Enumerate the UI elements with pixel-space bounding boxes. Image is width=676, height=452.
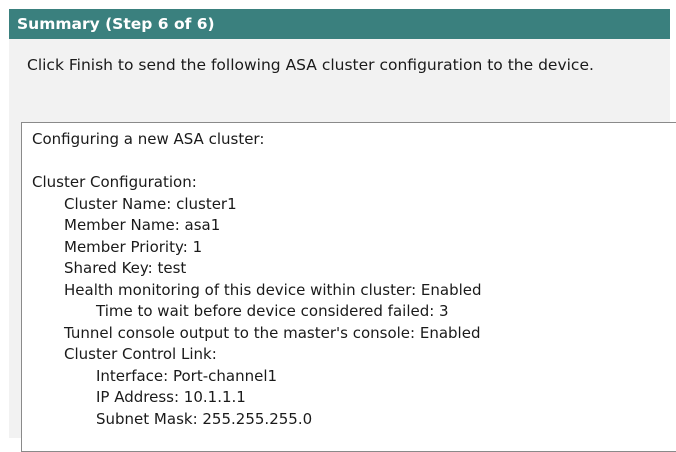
ccl-interface-line: Interface: Port-channel1 bbox=[96, 366, 278, 385]
shared-key-line: Shared Key: test bbox=[64, 259, 187, 277]
configuration-summary-box[interactable]: Configuring a new ASA cluster: Cluster C… bbox=[21, 122, 676, 452]
cluster-control-link-heading: Cluster Control Link: bbox=[64, 345, 217, 363]
summary-header: Configuring a new ASA cluster: bbox=[32, 130, 265, 148]
instruction-text: Click Finish to send the following ASA c… bbox=[27, 56, 594, 74]
wait-time-line: Time to wait before device considered fa… bbox=[96, 302, 449, 320]
tunnel-console-line: Tunnel console output to the master's co… bbox=[64, 323, 481, 342]
summary-lines: Configuring a new ASA cluster: Cluster C… bbox=[32, 129, 482, 430]
wizard-step-title: Summary (Step 6 of 6) bbox=[9, 9, 670, 39]
member-name-line: Member Name: asa1 bbox=[64, 216, 221, 234]
ccl-ip-address-line: IP Address: 10.1.1.1 bbox=[96, 388, 246, 406]
wizard-content-panel: Click Finish to send the following ASA c… bbox=[9, 39, 676, 452]
cluster-name-line: Cluster Name: cluster1 bbox=[64, 194, 237, 213]
member-priority-line: Member Priority: 1 bbox=[64, 237, 203, 256]
ccl-subnet-mask-line: Subnet Mask: 255.255.255.0 bbox=[96, 409, 313, 428]
health-monitoring-line: Health monitoring of this device within … bbox=[64, 280, 482, 299]
cluster-configuration-heading: Cluster Configuration: bbox=[32, 173, 197, 191]
